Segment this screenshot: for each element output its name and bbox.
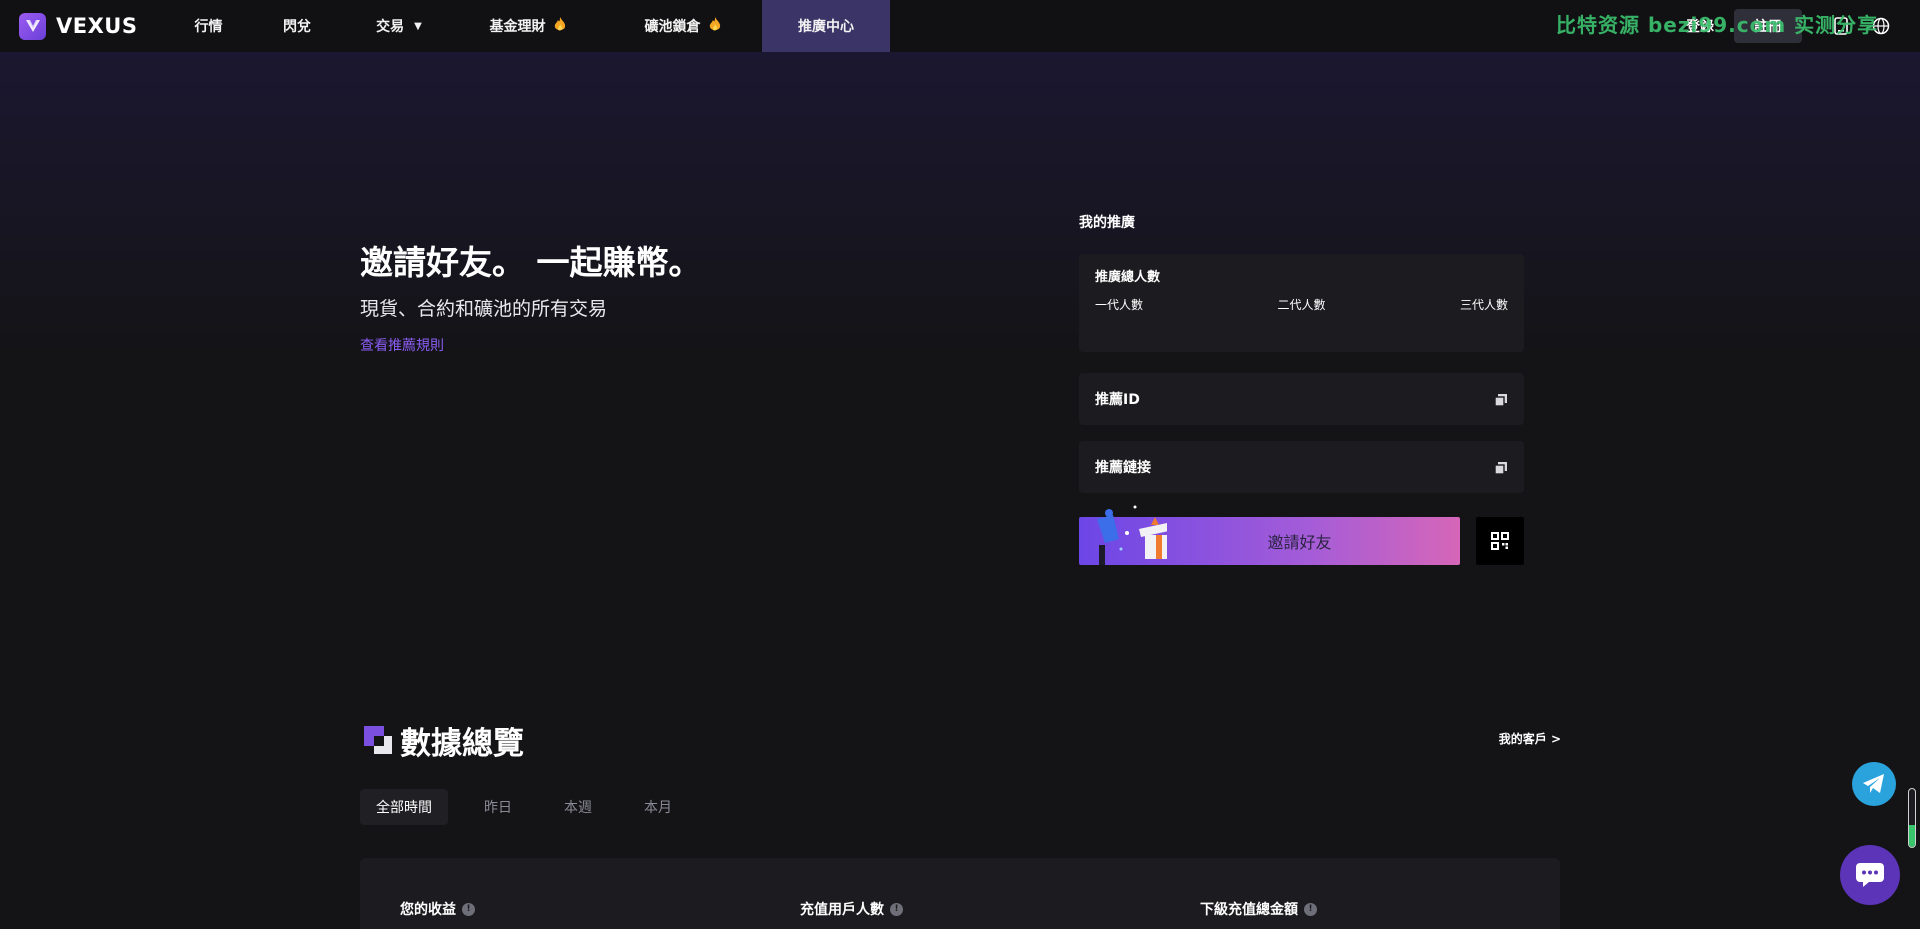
logo[interactable]: VEXUS — [19, 12, 169, 40]
tab-1[interactable]: 昨日 — [468, 789, 528, 825]
stat-recharge-total-label: 下級充值總金額 — [1200, 902, 1298, 918]
invite-friends-label: 邀請好友 — [1267, 533, 1332, 552]
nav-item-0[interactable]: 行情 — [169, 0, 248, 52]
fire-icon — [554, 16, 566, 36]
stat-recharge-users-label: 充值用戶人數 — [800, 902, 884, 918]
data-overview-title: 數據總覽 — [400, 726, 524, 762]
copy-icon[interactable] — [1494, 392, 1508, 407]
nav-item-label: 行情 — [194, 19, 223, 35]
fire-icon — [709, 16, 721, 36]
hero-subtitle: 現貨、合約和礦池的所有交易 — [360, 298, 608, 320]
referral-id-label: 推薦ID — [1095, 392, 1140, 408]
level-3-label: 三代人數 — [1459, 298, 1508, 312]
stat-recharge-total: 下級充值總金額 ! — [1200, 899, 1317, 919]
nav-item-2[interactable]: 交易 ▼ — [346, 0, 452, 52]
referral-link-card: 推薦鏈接 — [1079, 441, 1524, 493]
tab-2[interactable]: 本週 — [548, 789, 608, 825]
gift-illustration-icon — [1097, 505, 1167, 565]
copy-icon[interactable] — [1494, 460, 1508, 475]
chat-button[interactable] — [1840, 845, 1900, 905]
my-clients-link[interactable]: 我的客戶 > — [1499, 730, 1561, 747]
qr-code-button[interactable] — [1476, 517, 1524, 565]
nav-item-1[interactable]: 閃兌 — [248, 0, 346, 52]
nav-menu: 行情 閃兌 交易 ▼ 基金理財 礦池鎖倉 推廣中心 — [169, 0, 890, 52]
chevron-down-icon: ▼ — [414, 20, 422, 32]
stat-earnings-label: 您的收益 — [400, 902, 456, 918]
referral-total-card: 推廣總人數 一代人數 二代人數 三代人數 — [1079, 254, 1524, 352]
logo-text: VEXUS — [56, 14, 138, 38]
referral-total-label: 推廣總人數 — [1095, 270, 1161, 285]
info-icon[interactable]: ! — [890, 902, 903, 916]
level-1-label: 一代人數 — [1095, 298, 1144, 312]
my-referral-title: 我的推廣 — [1079, 215, 1135, 231]
level-2-label: 二代人數 — [1277, 298, 1326, 312]
referral-id-card: 推薦ID — [1079, 373, 1524, 425]
hero-background — [0, 52, 1920, 352]
referral-levels: 一代人數 二代人數 三代人數 — [1095, 296, 1508, 313]
nav-item-label: 閃兌 — [283, 19, 311, 35]
data-overview-icon — [364, 726, 392, 754]
time-range-tabs: 全部時間 昨日 本週 本月 — [360, 789, 708, 825]
nav-item-3[interactable]: 基金理財 — [452, 0, 603, 52]
referral-rules-link[interactable]: 查看推薦規則 — [360, 335, 444, 355]
nav-item-label: 礦池鎖倉 — [644, 19, 701, 35]
watermark: 比特资源 bezi99.com 实测分享 — [1556, 13, 1879, 37]
scroll-indicator[interactable] — [1908, 788, 1916, 848]
hero-title: 邀請好友。 一起賺幣。 — [360, 243, 702, 282]
qr-code-icon — [1491, 532, 1509, 550]
invite-friends-button[interactable]: 邀請好友 — [1079, 505, 1460, 565]
nav-item-label: 推廣中心 — [798, 19, 854, 35]
info-icon[interactable]: ! — [1304, 902, 1317, 916]
nav-item-label: 交易 — [376, 19, 405, 35]
nav-item-4[interactable]: 礦池鎖倉 — [603, 0, 762, 52]
top-nav: VEXUS 行情 閃兌 交易 ▼ 基金理財 礦池鎖倉 推廣中心 登錄 註冊 比特资源 bez… — [0, 0, 1920, 52]
info-icon[interactable]: ! — [462, 902, 475, 916]
stat-earnings: 您的收益 ! — [400, 899, 475, 919]
logo-mark-icon — [19, 12, 46, 40]
stats-card: 您的收益 ! 充值用戶人數 ! 下級充值總金額 ! — [360, 858, 1560, 929]
nav-item-5[interactable]: 推廣中心 — [762, 0, 890, 52]
telegram-button[interactable] — [1852, 762, 1896, 806]
stat-recharge-users: 充值用戶人數 ! — [800, 899, 903, 919]
telegram-icon — [1863, 774, 1884, 793]
referral-link-label: 推薦鏈接 — [1095, 460, 1151, 476]
chat-icon — [1856, 863, 1884, 887]
tab-0[interactable]: 全部時間 — [360, 789, 448, 825]
nav-item-label: 基金理財 — [489, 19, 546, 35]
tab-3[interactable]: 本月 — [628, 789, 688, 825]
